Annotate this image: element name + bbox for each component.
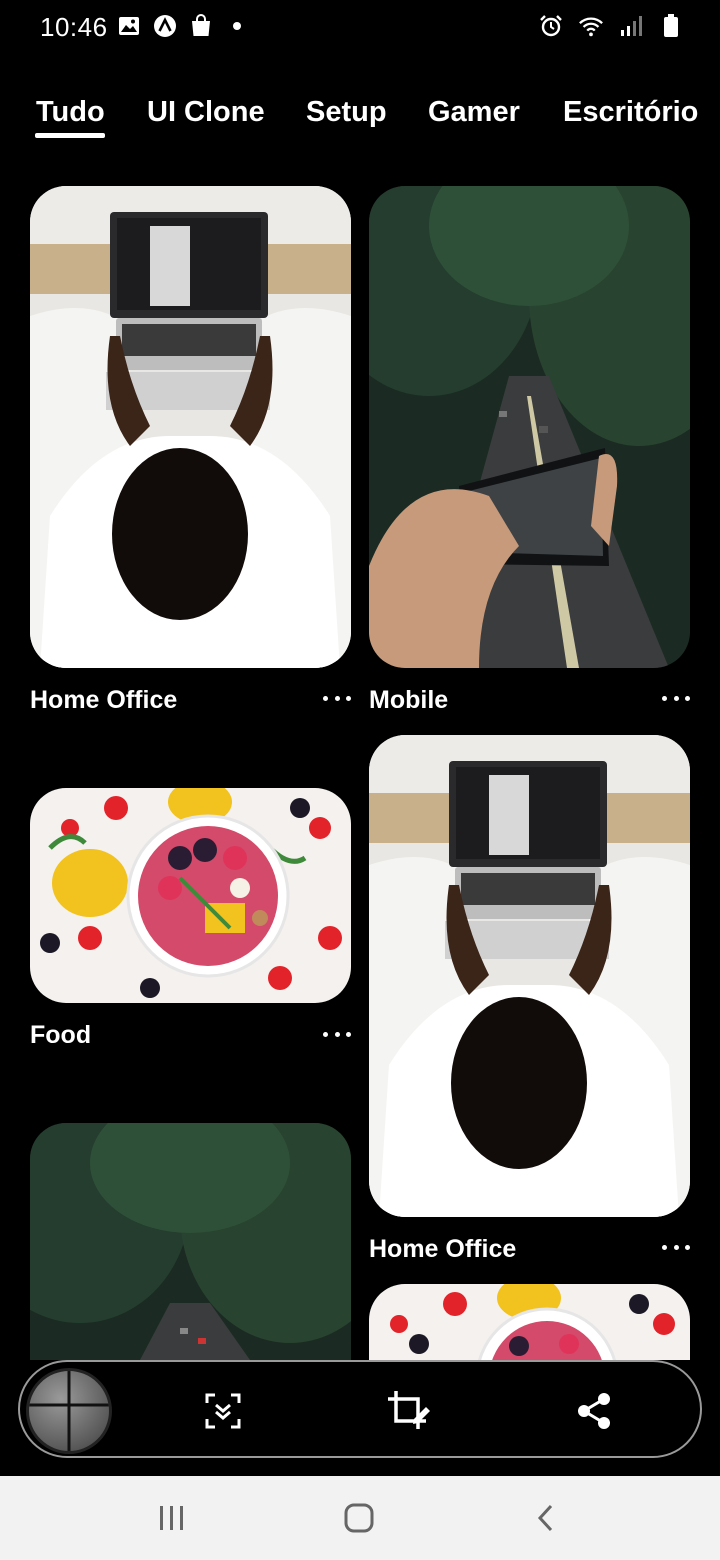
more-options-icon[interactable] xyxy=(662,688,690,708)
screenshot-thumbnail[interactable] xyxy=(26,1368,112,1454)
tab-setup[interactable]: Setup xyxy=(306,96,387,129)
wifi-icon xyxy=(578,13,604,39)
dot-icon xyxy=(224,13,250,39)
status-right-icons xyxy=(538,13,684,39)
card-home-office[interactable]: Home Office xyxy=(30,186,351,726)
more-options-icon[interactable] xyxy=(323,1024,351,1044)
card-image-laptop[interactable] xyxy=(369,735,690,1217)
card-title: Food xyxy=(30,1021,92,1049)
status-time: 10:46 xyxy=(40,12,108,42)
tab-gamer[interactable]: Gamer xyxy=(428,96,520,129)
card-food[interactable]: Food xyxy=(30,788,351,1062)
card-image-fruit-bowl[interactable] xyxy=(369,1284,690,1360)
card-image-fruit-bowl[interactable] xyxy=(30,788,351,1003)
home-icon[interactable] xyxy=(339,1498,379,1538)
gallery-icon xyxy=(116,13,142,39)
card-home-office-2[interactable]: Home Office xyxy=(369,735,690,1275)
card-mobile[interactable]: Mobile xyxy=(369,186,690,726)
card-food-2[interactable] xyxy=(369,1284,690,1360)
system-nav-bar xyxy=(0,1476,720,1560)
recent-apps-icon[interactable] xyxy=(152,1498,192,1538)
card-image-phone-road[interactable] xyxy=(369,186,690,668)
card-image-forest-road[interactable] xyxy=(30,1123,351,1360)
status-bar: 10:46 xyxy=(0,0,720,56)
tab-escritorio[interactable]: Escritório xyxy=(563,96,698,129)
signal-icon xyxy=(618,13,644,39)
card-forest-road[interactable] xyxy=(30,1123,351,1360)
scroll-capture-icon[interactable] xyxy=(198,1386,248,1436)
more-options-icon[interactable] xyxy=(323,688,351,708)
category-tabs: Tudo UI Clone Setup Gamer Escritório xyxy=(0,88,720,144)
card-title: Mobile xyxy=(369,686,449,714)
status-left-icons xyxy=(116,13,250,39)
more-options-icon[interactable] xyxy=(662,1237,690,1257)
card-image-laptop[interactable] xyxy=(30,186,351,668)
tab-ui-clone[interactable]: UI Clone xyxy=(147,96,265,129)
crop-edit-icon[interactable] xyxy=(384,1386,434,1436)
battery-icon xyxy=(658,13,684,39)
app-a-icon xyxy=(152,13,178,39)
alarm-icon xyxy=(538,13,564,39)
tab-tudo[interactable]: Tudo xyxy=(36,96,105,129)
screenshot-toolbar xyxy=(18,1360,702,1458)
active-tab-indicator xyxy=(35,133,105,138)
card-title: Home Office xyxy=(369,1235,517,1263)
shopping-bag-icon xyxy=(188,13,214,39)
card-title: Home Office xyxy=(30,686,178,714)
back-icon[interactable] xyxy=(526,1498,566,1538)
share-icon[interactable] xyxy=(569,1386,619,1436)
